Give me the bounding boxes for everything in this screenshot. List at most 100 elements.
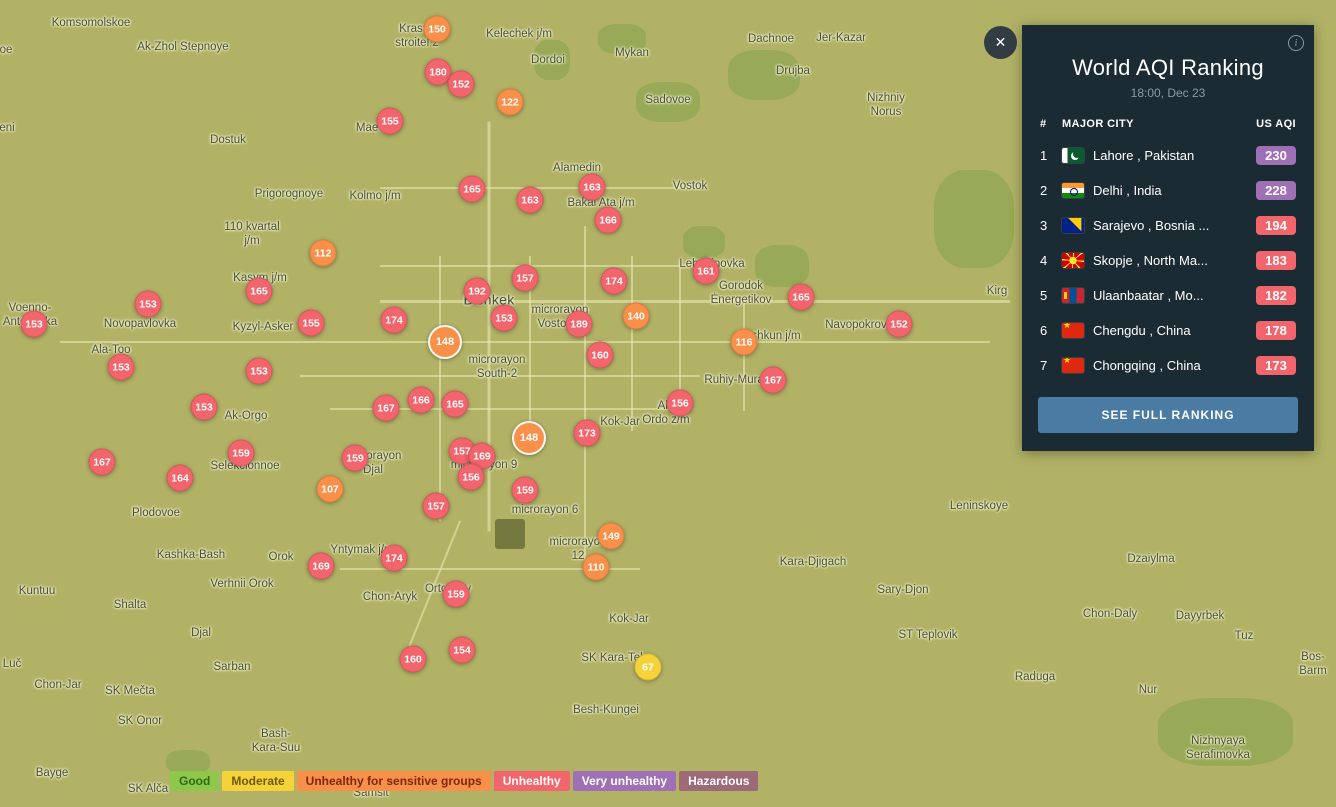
map-place-label: Besh-Kungei [573,704,639,718]
aqi-marker[interactable]: 155 [298,310,325,337]
aqi-marker[interactable]: 107 [317,476,344,503]
map-place-label: Raduga [1015,671,1055,685]
aqi-marker[interactable]: 165 [442,391,469,418]
city-name: Ulaanbaatar , Mo... [1093,288,1247,303]
aqi-marker[interactable]: 174 [601,268,628,295]
aqi-marker[interactable]: 67 [635,654,662,681]
map-place-label: Verhnii Orok [210,578,273,592]
map-place-label: Kuntuu [19,585,55,599]
aqi-marker[interactable]: 173 [574,420,601,447]
legend-chip-good: Good [170,771,219,791]
aqi-marker[interactable]: 148 [512,421,546,455]
city-name: Skopje , North Ma... [1093,253,1247,268]
road-line [584,226,586,571]
aqi-marker[interactable]: 157 [512,265,539,292]
ranking-row[interactable]: 4Skopje , North Ma...183 [1022,243,1314,278]
aqi-marker[interactable]: 150 [424,16,451,43]
aqi-marker[interactable]: 167 [760,367,787,394]
aqi-marker[interactable]: 161 [693,258,720,285]
aqi-marker[interactable]: 148 [428,325,462,359]
aqi-marker[interactable]: 165 [459,176,486,203]
aqi-marker[interactable]: 156 [458,464,485,491]
map-place-label: Bash- Kara-Suu [252,728,301,756]
aqi-marker[interactable]: 192 [464,278,491,305]
aqi-marker[interactable]: 166 [408,387,435,414]
ranking-panel: i World AQI Ranking 18:00, Dec 23 # MAJO… [1022,25,1314,451]
see-full-ranking-button[interactable]: SEE FULL RANKING [1038,397,1298,433]
ranking-row[interactable]: 2Delhi , India228 [1022,173,1314,208]
aqi-marker[interactable]: 153 [135,291,162,318]
aqi-marker[interactable]: 159 [228,440,255,467]
green-area [683,226,725,258]
aqi-marker[interactable]: 154 [449,637,476,664]
map-place-label: Bayge [36,767,69,781]
aqi-marker[interactable]: 167 [373,395,400,422]
map-place-label: Chon-Aryk [363,591,417,605]
ranking-row[interactable]: 3Sarajevo , Bosnia ...194 [1022,208,1314,243]
ba-flag-icon [1062,218,1084,233]
aqi-marker[interactable]: 157 [423,493,450,520]
aqi-marker[interactable]: 153 [21,311,48,338]
rank-number: 7 [1040,358,1053,373]
aqi-marker[interactable]: 153 [491,305,518,332]
aqi-marker[interactable]: 155 [377,108,404,135]
map-place-label: SK Kara-Tel [581,652,642,666]
aqi-marker[interactable]: 169 [308,553,335,580]
aqi-marker[interactable]: 160 [400,646,427,673]
aqi-marker[interactable]: 140 [623,303,650,330]
road-line [439,256,441,521]
aqi-marker[interactable]: 174 [381,307,408,334]
road-line [743,301,745,411]
aqi-marker[interactable]: 163 [579,174,606,201]
map-place-label: Shalta [114,599,147,613]
aqi-legend: GoodModerateUnhealthy for sensitive grou… [170,771,758,791]
map-place-label: Leninskoye [950,500,1008,514]
aqi-marker[interactable]: 166 [595,207,622,234]
aqi-marker[interactable]: 174 [381,545,408,572]
aqi-marker[interactable]: 122 [497,89,524,116]
map-place-label: 110 kvartal j/m [224,221,279,249]
aqi-marker[interactable]: 153 [191,394,218,421]
aqi-marker[interactable]: 165 [246,278,273,305]
aqi-marker[interactable]: 165 [788,284,815,311]
pk-flag-icon [1062,148,1084,163]
aqi-value-badge: 173 [1256,356,1296,375]
aqi-marker[interactable]: 152 [448,71,475,98]
aqi-marker[interactable]: 160 [587,342,614,369]
ranking-row[interactable]: 1Lahore , Pakistan230 [1022,138,1314,173]
aqi-marker[interactable]: 153 [108,354,135,381]
map-place-label: Dachnoe [748,33,794,47]
map-place-label: Kok-Jar [609,613,649,627]
aqi-marker[interactable]: 156 [667,390,694,417]
aqi-marker[interactable]: 152 [886,311,913,338]
map-place-label: SK Mečta [105,685,155,699]
aqi-marker[interactable]: 164 [167,465,194,492]
aqi-marker[interactable]: 153 [246,358,273,385]
map-place-label: Ak-Zhol Stepnoye [137,41,228,55]
aqi-marker[interactable]: 110 [583,554,610,581]
map-place-label: Orok [269,551,294,565]
aqi-marker[interactable]: 116 [731,329,758,356]
map-place-label: Sary-Djon [877,584,928,598]
map-place-label: Tuz [1235,630,1254,644]
aqi-marker[interactable]: 149 [598,523,625,550]
aqi-marker[interactable]: 167 [89,449,116,476]
aqi-marker[interactable]: 159 [342,445,369,472]
ranking-row[interactable]: 6Chengdu , China178 [1022,313,1314,348]
in-flag-icon [1062,183,1084,198]
aqi-value-badge: 194 [1256,216,1296,235]
aqi-marker[interactable]: 112 [310,240,337,267]
map-place-label: microrayon 6 [512,504,578,518]
city-name: Chengdu , China [1093,323,1247,338]
map-place-label: Mykan [615,47,649,61]
aqi-marker[interactable]: 159 [443,581,470,608]
close-icon[interactable]: ✕ [984,26,1017,59]
info-icon[interactable]: i [1288,35,1304,51]
aqi-marker[interactable]: 189 [566,311,593,338]
map-place-label: Chon-Jar [34,679,81,693]
ranking-row[interactable]: 7Chongqing , China173 [1022,348,1314,383]
aqi-marker[interactable]: 159 [512,477,539,504]
ranking-row[interactable]: 5Ulaanbaatar , Mo...182 [1022,278,1314,313]
map-place-label: Dayyrbek [1176,610,1225,624]
aqi-marker[interactable]: 163 [517,187,544,214]
